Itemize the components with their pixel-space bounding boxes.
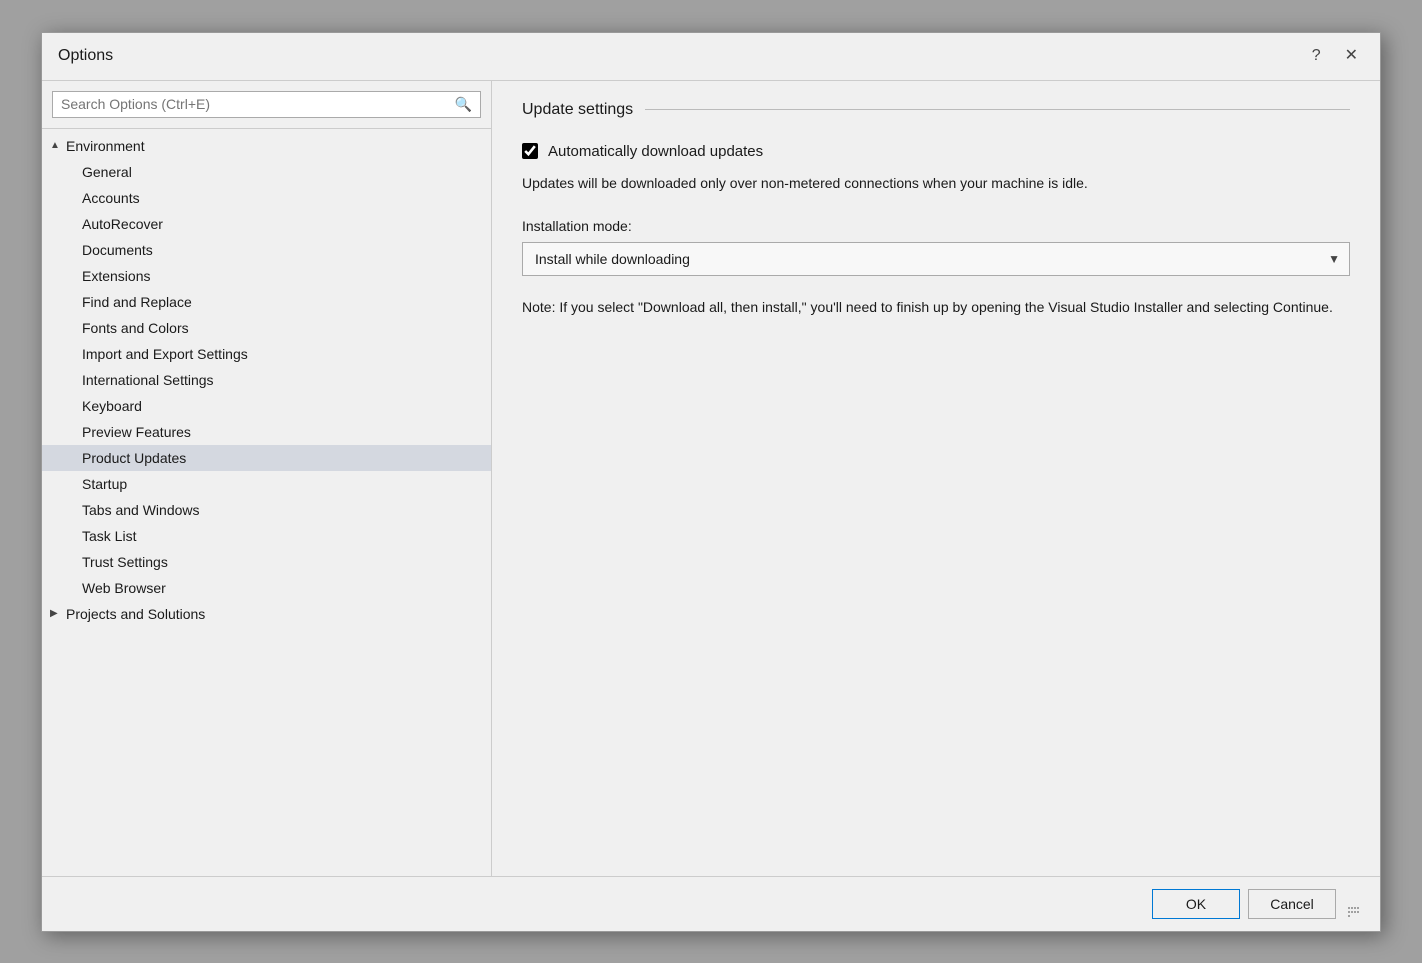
- resize-handle: [1348, 907, 1360, 919]
- tree-item-web-browser[interactable]: Web Browser: [42, 575, 491, 601]
- search-container: 🔍: [42, 81, 491, 129]
- tree-item-preview-features[interactable]: Preview Features: [42, 419, 491, 445]
- auto-download-label: Automatically download updates: [548, 143, 763, 160]
- section-title-divider: [645, 109, 1350, 110]
- section-title: Update settings: [522, 101, 633, 119]
- tree-item-fonts-colors[interactable]: Fonts and Colors: [42, 315, 491, 341]
- installation-mode-dropdown[interactable]: Install while downloading Download all, …: [522, 242, 1350, 276]
- tree-container: ▲ Environment General Accounts AutoRecov…: [42, 129, 491, 876]
- auto-download-checkbox[interactable]: [522, 143, 538, 159]
- dialog-footer: OK Cancel: [42, 876, 1380, 931]
- tree-item-accounts[interactable]: Accounts: [42, 185, 491, 211]
- search-icon: 🔍: [455, 96, 472, 113]
- collapse-icon: ▲: [50, 140, 62, 151]
- title-bar-controls: ? ✕: [1306, 46, 1364, 66]
- expand-icon: ▶: [50, 608, 62, 619]
- tree-item-keyboard[interactable]: Keyboard: [42, 393, 491, 419]
- auto-download-row: Automatically download updates: [522, 143, 1350, 160]
- projects-label: Projects and Solutions: [66, 606, 205, 622]
- tree-section-environment[interactable]: ▲ Environment: [42, 133, 491, 159]
- accounts-label: Accounts: [82, 190, 140, 206]
- autorecover-label: AutoRecover: [82, 216, 163, 232]
- right-panel: Update settings Automatically download u…: [492, 81, 1380, 876]
- tree-item-trust-settings[interactable]: Trust Settings: [42, 549, 491, 575]
- general-label: General: [82, 164, 132, 180]
- options-dialog: Options ? ✕ 🔍 ▲ Environment: [41, 32, 1381, 932]
- dialog-body: 🔍 ▲ Environment General Accounts AutoRec…: [42, 81, 1380, 876]
- section-title-row: Update settings: [522, 101, 1350, 119]
- tree-item-find-replace[interactable]: Find and Replace: [42, 289, 491, 315]
- search-box[interactable]: 🔍: [52, 91, 481, 118]
- documents-label: Documents: [82, 242, 153, 258]
- tree-item-international[interactable]: International Settings: [42, 367, 491, 393]
- cancel-button[interactable]: Cancel: [1248, 889, 1336, 919]
- preview-features-label: Preview Features: [82, 424, 191, 440]
- tree-item-general[interactable]: General: [42, 159, 491, 185]
- import-export-label: Import and Export Settings: [82, 346, 248, 362]
- keyboard-label: Keyboard: [82, 398, 142, 414]
- search-input[interactable]: [61, 96, 455, 112]
- tree-item-extensions[interactable]: Extensions: [42, 263, 491, 289]
- extensions-label: Extensions: [82, 268, 150, 284]
- note-text: Note: If you select "Download all, then …: [522, 296, 1350, 318]
- tree-item-documents[interactable]: Documents: [42, 237, 491, 263]
- tree-item-startup[interactable]: Startup: [42, 471, 491, 497]
- tree-section-projects[interactable]: ▶ Projects and Solutions: [42, 601, 491, 627]
- tree-item-task-list[interactable]: Task List: [42, 523, 491, 549]
- tree-item-tabs-windows[interactable]: Tabs and Windows: [42, 497, 491, 523]
- environment-label: Environment: [66, 138, 145, 154]
- installation-mode-label: Installation mode:: [522, 218, 1350, 234]
- web-browser-label: Web Browser: [82, 580, 166, 596]
- auto-download-description: Updates will be downloaded only over non…: [522, 172, 1350, 194]
- task-list-label: Task List: [82, 528, 136, 544]
- installation-mode-container: Install while downloading Download all, …: [522, 242, 1350, 276]
- dialog-title: Options: [58, 47, 113, 65]
- tree-item-product-updates[interactable]: Product Updates: [42, 445, 491, 471]
- help-button[interactable]: ?: [1306, 46, 1327, 66]
- tabs-windows-label: Tabs and Windows: [82, 502, 200, 518]
- find-replace-label: Find and Replace: [82, 294, 192, 310]
- left-panel: 🔍 ▲ Environment General Accounts AutoRec…: [42, 81, 492, 876]
- close-button[interactable]: ✕: [1339, 46, 1364, 66]
- title-bar: Options ? ✕: [42, 33, 1380, 81]
- ok-button[interactable]: OK: [1152, 889, 1240, 919]
- trust-settings-label: Trust Settings: [82, 554, 168, 570]
- tree-item-autorecover[interactable]: AutoRecover: [42, 211, 491, 237]
- international-label: International Settings: [82, 372, 214, 388]
- startup-label: Startup: [82, 476, 127, 492]
- tree-item-import-export[interactable]: Import and Export Settings: [42, 341, 491, 367]
- fonts-colors-label: Fonts and Colors: [82, 320, 189, 336]
- product-updates-label: Product Updates: [82, 450, 186, 466]
